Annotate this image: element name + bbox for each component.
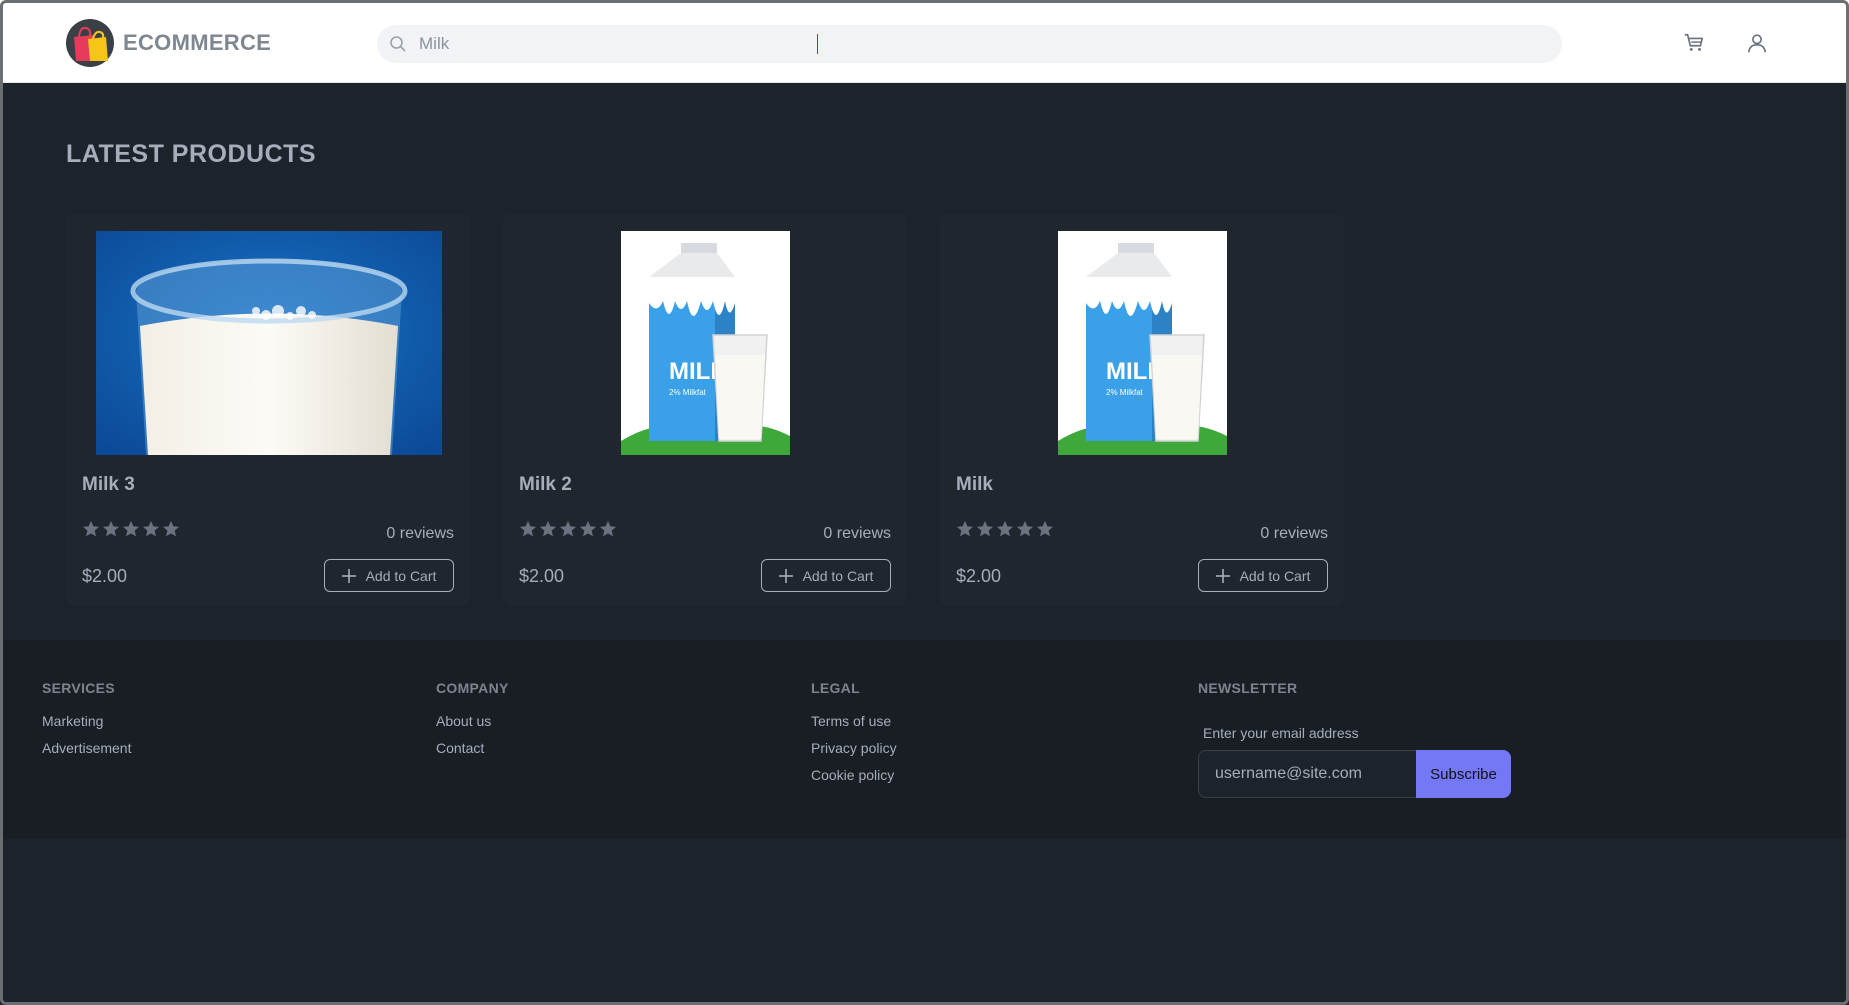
star-icon bbox=[122, 520, 140, 537]
product-card[interactable]: MILK 2% Milkfat Milk 0 reviews $2.00 Add… bbox=[940, 214, 1344, 606]
newsletter-email-input[interactable] bbox=[1198, 750, 1416, 798]
user-icon bbox=[1747, 34, 1767, 53]
product-card[interactable]: MILK 2% Milkfat Milk 2 0 reviews $2.00 A… bbox=[503, 214, 907, 606]
add-to-cart-button[interactable]: Add to Cart bbox=[1198, 559, 1328, 592]
add-to-cart-label: Add to Cart bbox=[365, 567, 437, 584]
footer-heading: NEWSLETTER bbox=[1198, 680, 1298, 696]
product-card[interactable]: Milk 3 0 reviews $2.00 Add to Cart bbox=[66, 214, 470, 606]
search-input[interactable] bbox=[419, 34, 1519, 54]
search-bar[interactable] bbox=[377, 25, 1562, 63]
footer-services: SERVICES Marketing Advertisement bbox=[42, 680, 131, 767]
star-icon bbox=[1016, 520, 1034, 537]
rating-stars bbox=[956, 520, 1054, 538]
add-to-cart-button[interactable]: Add to Cart bbox=[761, 559, 891, 592]
footer-link-privacy[interactable]: Privacy policy bbox=[811, 740, 897, 756]
rating-stars bbox=[519, 520, 617, 538]
star-icon bbox=[996, 520, 1014, 537]
footer-link-marketing[interactable]: Marketing bbox=[42, 713, 131, 729]
plus-icon bbox=[778, 568, 793, 583]
footer-link-terms[interactable]: Terms of use bbox=[811, 713, 897, 729]
product-price: $2.00 bbox=[82, 566, 128, 586]
product-image[interactable] bbox=[96, 231, 442, 455]
star-icon bbox=[579, 520, 597, 537]
cart-button[interactable] bbox=[1681, 30, 1707, 56]
star-icon bbox=[519, 520, 537, 537]
star-icon bbox=[599, 520, 617, 537]
product-name[interactable]: Milk bbox=[956, 474, 993, 496]
section-title: LATEST PRODUCTS bbox=[66, 140, 317, 168]
footer-newsletter: NEWSLETTER bbox=[1198, 680, 1297, 713]
search-icon bbox=[389, 35, 407, 53]
footer-link-cookie[interactable]: Cookie policy bbox=[811, 767, 897, 783]
product-image[interactable]: MILK 2% Milkfat bbox=[621, 231, 790, 455]
plus-icon bbox=[341, 568, 356, 583]
cart-icon bbox=[1684, 33, 1704, 51]
footer-heading: SERVICES bbox=[42, 680, 115, 696]
rating-stars bbox=[82, 520, 180, 538]
star-icon bbox=[976, 520, 994, 537]
newsletter-label: Enter your email address bbox=[1203, 725, 1359, 741]
footer-legal: LEGAL Terms of use Privacy policy Cookie… bbox=[811, 680, 897, 794]
carton-sublabel: 2% Milkfat bbox=[669, 388, 707, 397]
review-count: 0 reviews bbox=[386, 525, 454, 542]
footer-company: COMPANY About us Contact bbox=[436, 680, 509, 767]
star-icon bbox=[162, 520, 180, 537]
add-to-cart-button[interactable]: Add to Cart bbox=[324, 559, 454, 592]
footer-heading: LEGAL bbox=[811, 680, 860, 696]
plus-icon bbox=[1215, 568, 1230, 583]
brand-name: ECOMMERCE bbox=[123, 30, 272, 55]
add-to-cart-label: Add to Cart bbox=[1239, 567, 1311, 584]
star-icon bbox=[142, 520, 160, 537]
add-to-cart-label: Add to Cart bbox=[802, 567, 874, 584]
account-button[interactable] bbox=[1744, 30, 1770, 56]
product-name[interactable]: Milk 3 bbox=[82, 474, 135, 496]
review-count: 0 reviews bbox=[1260, 525, 1328, 542]
footer-link-advertisement[interactable]: Advertisement bbox=[42, 740, 131, 756]
text-caret bbox=[817, 34, 818, 54]
product-price: $2.00 bbox=[519, 566, 565, 586]
star-icon bbox=[102, 520, 120, 537]
star-icon bbox=[1036, 520, 1054, 537]
shopping-bag-logo-icon bbox=[66, 19, 114, 67]
star-icon bbox=[539, 520, 557, 537]
footer-link-contact[interactable]: Contact bbox=[436, 740, 509, 756]
top-navbar: ECOMMERCE bbox=[0, 0, 1849, 83]
product-image[interactable]: MILK 2% Milkfat bbox=[1058, 231, 1227, 455]
star-icon bbox=[559, 520, 577, 537]
brand[interactable]: ECOMMERCE bbox=[66, 19, 271, 67]
star-icon bbox=[956, 520, 974, 537]
product-price: $2.00 bbox=[956, 566, 1002, 586]
footer-heading: COMPANY bbox=[436, 680, 509, 696]
review-count: 0 reviews bbox=[823, 525, 891, 542]
product-name[interactable]: Milk 2 bbox=[519, 474, 572, 496]
footer-link-about[interactable]: About us bbox=[436, 713, 509, 729]
carton-sublabel: 2% Milkfat bbox=[1106, 388, 1144, 397]
subscribe-button[interactable]: Subscribe bbox=[1416, 750, 1511, 798]
star-icon bbox=[82, 520, 100, 537]
footer: SERVICES Marketing Advertisement COMPANY… bbox=[0, 640, 1849, 839]
